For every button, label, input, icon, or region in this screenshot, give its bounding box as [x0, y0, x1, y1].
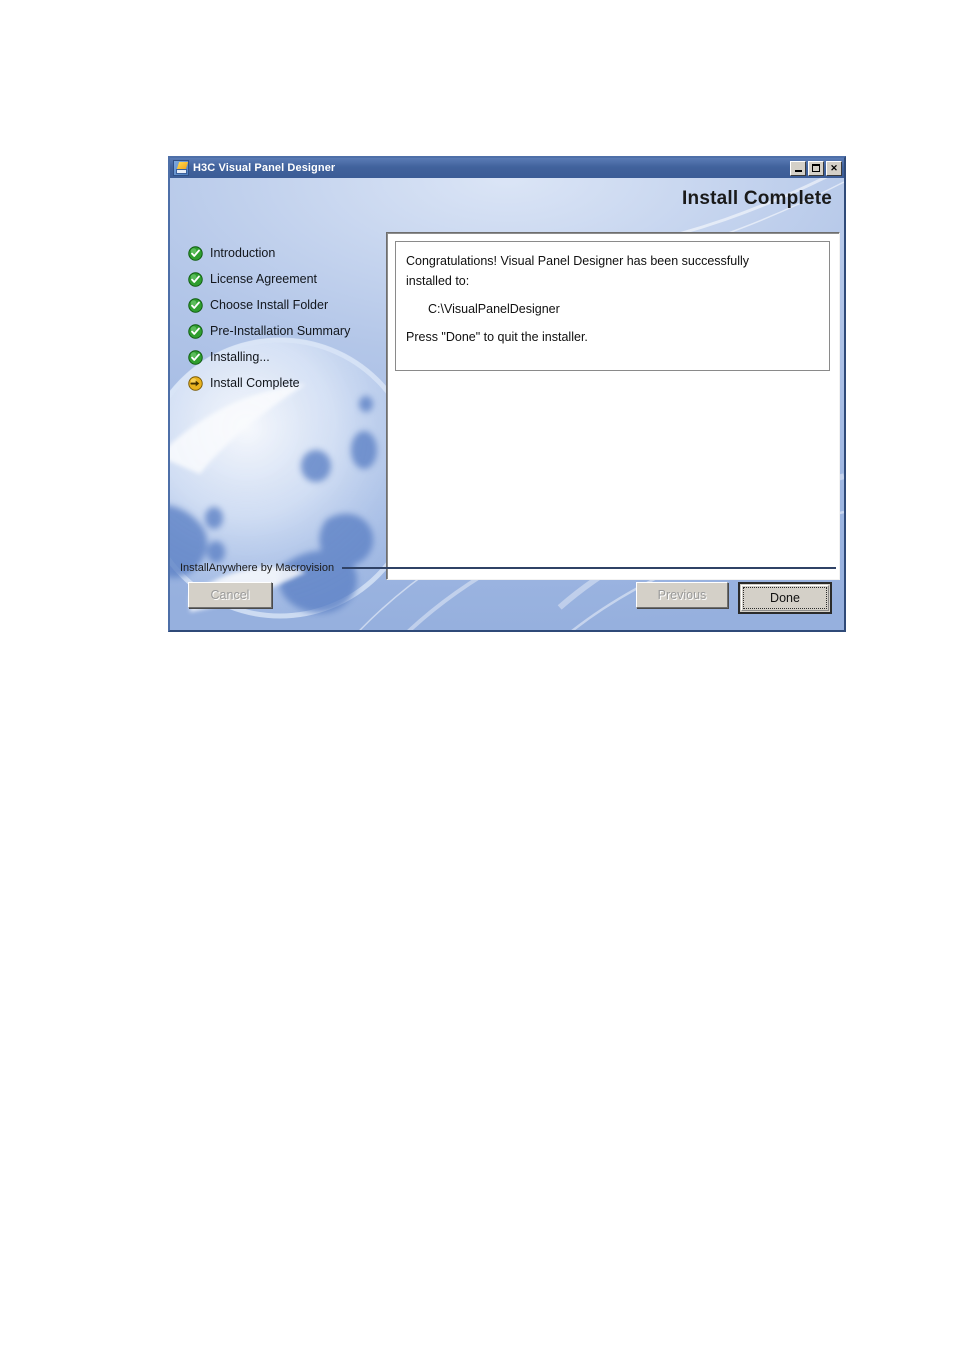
minimize-icon — [791, 162, 805, 175]
maximize-button[interactable] — [808, 160, 824, 176]
step-label: License Agreement — [210, 272, 318, 286]
step-label: Pre-Installation Summary — [210, 324, 351, 338]
app-icon — [173, 160, 189, 176]
window-controls: ✕ — [790, 160, 842, 176]
step-label: Installing... — [210, 350, 270, 364]
installer-window: H3C Visual Panel Designer ✕ Install Comp… — [168, 156, 846, 632]
message-line-1: Congratulations! Visual Panel Designer h… — [406, 254, 750, 268]
step-label: Choose Install Folder — [210, 298, 329, 312]
brand-row: InstallAnywhere by Macrovision — [180, 562, 836, 574]
message-line-2: installed to: — [406, 274, 470, 288]
maximize-icon — [809, 162, 823, 175]
install-message-box: Congratulations! Visual Panel Designer h… — [395, 241, 830, 371]
done-button[interactable]: Done — [741, 585, 829, 611]
step-item-introduction: Introduction — [188, 240, 388, 266]
minimize-button[interactable] — [790, 160, 806, 176]
message-line-4: Press "Done" to quit the installer. — [406, 330, 588, 344]
footer: InstallAnywhere by Macrovision Cancel Pr… — [170, 556, 844, 630]
brand-label: InstallAnywhere by Macrovision — [180, 562, 335, 574]
window-body: Install Complete Introduction License Ag… — [170, 178, 844, 630]
step-label: Install Complete — [210, 376, 300, 390]
page-title: Install Complete — [682, 188, 832, 209]
step-item-pre-installation-summary: Pre-Installation Summary — [188, 318, 388, 344]
message-spacer-2 — [406, 319, 819, 327]
check-circle-icon — [188, 297, 203, 313]
arrow-circle-icon — [188, 375, 203, 391]
title-bar[interactable]: H3C Visual Panel Designer ✕ — [170, 158, 844, 178]
check-circle-icon — [188, 245, 203, 261]
installer-step-list: Introduction License Agreement Choose In… — [188, 240, 388, 396]
check-circle-icon — [188, 349, 203, 365]
cancel-button[interactable]: Cancel — [188, 582, 272, 608]
step-item-license-agreement: License Agreement — [188, 266, 388, 292]
check-circle-icon — [188, 323, 203, 339]
step-label: Introduction — [210, 246, 276, 260]
done-button-default-frame: Done — [738, 582, 832, 614]
close-button[interactable]: ✕ — [826, 160, 842, 176]
button-row: Cancel Previous Done — [170, 582, 844, 614]
previous-button[interactable]: Previous — [636, 582, 728, 608]
brand-separator — [342, 567, 836, 569]
step-item-choose-install-folder: Choose Install Folder — [188, 292, 388, 318]
window-title: H3C Visual Panel Designer — [193, 162, 336, 174]
content-panel: Congratulations! Visual Panel Designer h… — [386, 232, 840, 580]
install-path: C:\VisualPanelDesigner — [428, 302, 560, 316]
step-item-install-complete: Install Complete — [188, 370, 388, 396]
step-item-installing: Installing... — [188, 344, 388, 370]
page-header: Install Complete — [170, 178, 844, 220]
check-circle-icon — [188, 271, 203, 287]
close-icon: ✕ — [830, 162, 838, 173]
